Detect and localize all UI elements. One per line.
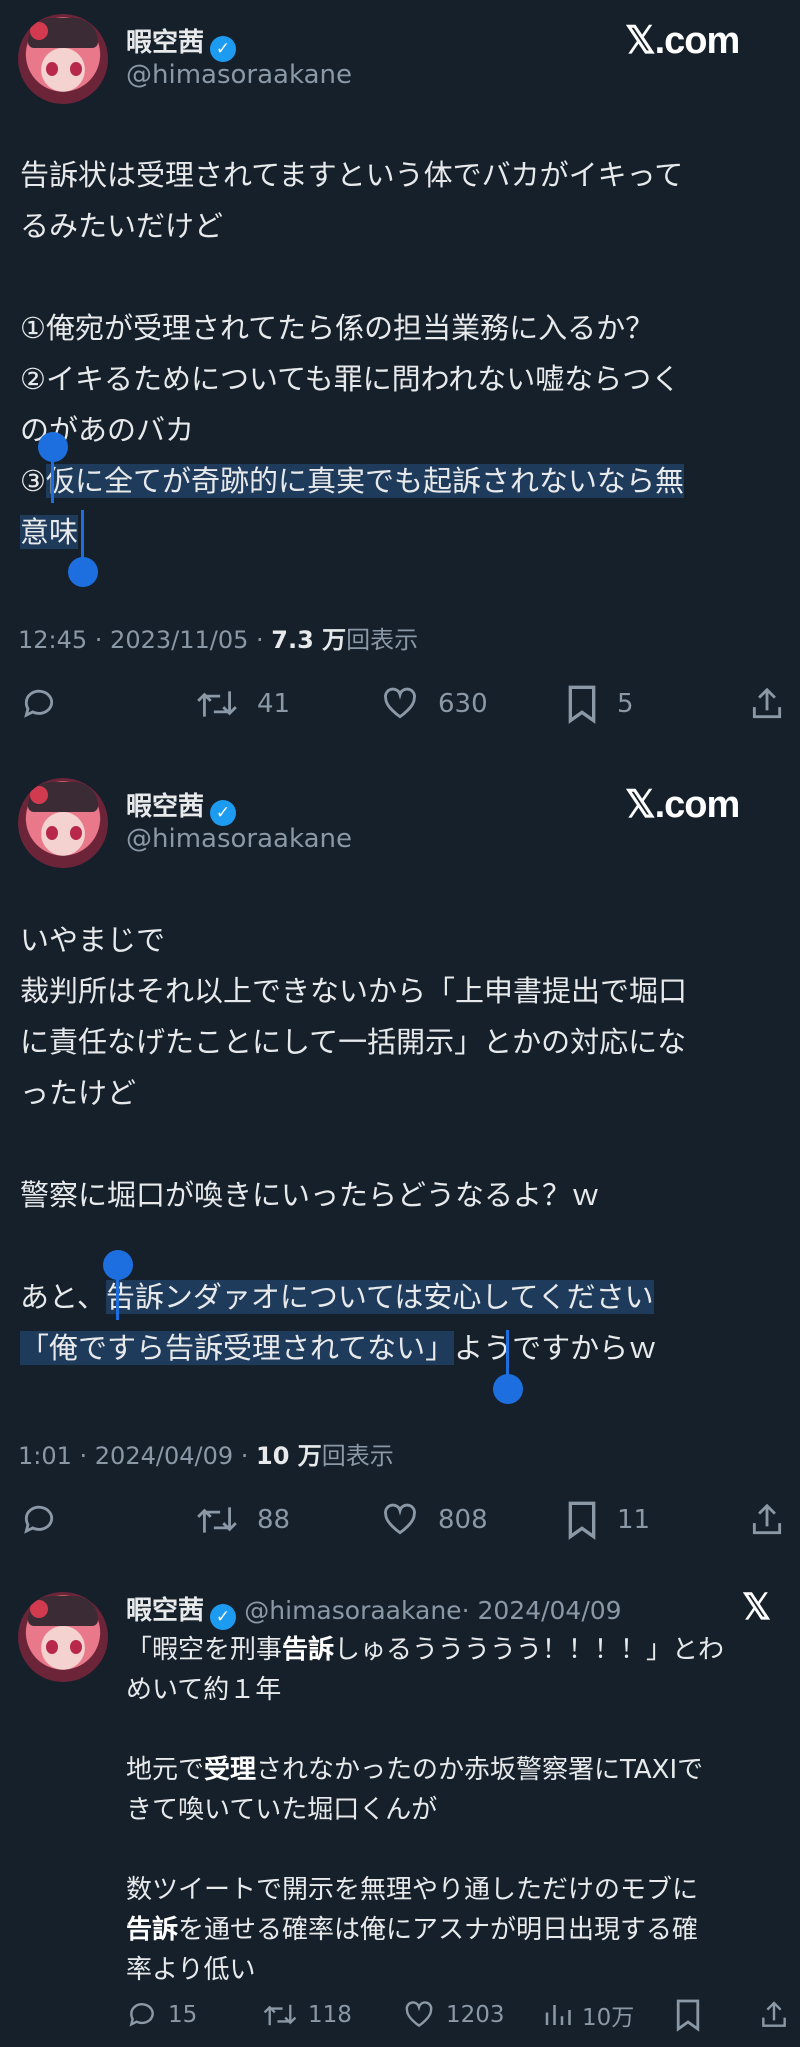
like-button[interactable]: 808: [380, 1501, 565, 1539]
tweet-meta: 1:01 · 2024/04/09 · 10 万回表示: [18, 1436, 394, 1471]
avatar[interactable]: [18, 778, 108, 868]
views-button[interactable]: 10万: [542, 1998, 674, 2032]
tweet-text: 地元で受理されなかったのか赤坂警察署にTAXIで きて喚いていた堀口くんが: [126, 1750, 791, 1830]
display-name[interactable]: 暇空茜: [126, 792, 204, 822]
selection-end-bar: [81, 510, 84, 558]
share-icon: [762, 2001, 786, 2027]
user-handle[interactable]: @himasoraakane: [126, 824, 352, 854]
heart-icon: [405, 2001, 433, 2028]
action-bar: 15 118 1203 10万: [126, 1998, 790, 2032]
retweet-icon: [197, 691, 237, 717]
like-count: 808: [438, 1505, 488, 1535]
text-highlight: 受理: [204, 1755, 257, 1785]
selection-end-bar: [506, 1330, 509, 1378]
text-highlight: 告訴: [126, 1915, 179, 1945]
retweet-icon: [197, 1507, 237, 1533]
display-name[interactable]: 暇空茜: [126, 28, 204, 58]
verified-badge-icon: ✓: [210, 36, 237, 62]
text-seg: 数ツイートで開示を無理やり通しただけのモブに: [126, 1875, 699, 1905]
bookmark-icon: [568, 685, 596, 724]
action-bar: 88 808 11: [20, 1500, 786, 1540]
selection-end-handle[interactable]: [493, 1374, 523, 1404]
selection-start-bar: [116, 1272, 119, 1320]
reply-count: 15: [168, 2002, 198, 2028]
reply-icon: [24, 1505, 54, 1534]
view-count: 7.3 万: [271, 626, 347, 654]
bookmark-icon: [568, 1501, 596, 1540]
timestamp[interactable]: 12:45 · 2023/11/05 ·: [18, 626, 271, 654]
verified-badge-icon: ✓: [210, 800, 237, 826]
view-label: 回表示: [346, 626, 419, 654]
timestamp[interactable]: · 2024/04/09: [462, 1596, 622, 1625]
share-icon: [752, 1503, 782, 1535]
retweet-button[interactable]: 118: [262, 1999, 402, 2031]
retweet-button[interactable]: 88: [195, 1501, 380, 1539]
author-line: 暇空茜 ✓: [126, 786, 237, 826]
heart-icon: [384, 1503, 416, 1535]
like-count: 630: [438, 689, 488, 719]
share-button[interactable]: [758, 1999, 790, 2031]
text-seg: 地元で: [126, 1755, 205, 1785]
bookmark-icon: [676, 1999, 700, 2032]
x-logo: 𝕏.com: [625, 784, 740, 826]
bookmark-count: 11: [617, 1505, 651, 1535]
like-button[interactable]: 1203: [402, 1999, 542, 2031]
bookmark-button[interactable]: [674, 1998, 736, 2032]
tweet-meta: 12:45 · 2023/11/05 · 7.3 万回表示: [18, 620, 418, 655]
view-count: 10 万: [256, 1442, 322, 1470]
selection-start-bar: [51, 455, 54, 503]
share-button[interactable]: [748, 685, 786, 723]
text-seg: を通せる確率は俺にアスナが明日出現する確 率より低い: [126, 1915, 699, 1985]
bar-chart-icon: [545, 2005, 571, 2025]
reply-icon: [129, 2003, 154, 2027]
author-line: 暇空茜 ✓: [126, 22, 237, 62]
x-logo: 𝕏: [742, 1586, 771, 1627]
bookmark-button[interactable]: 11: [565, 1500, 745, 1540]
heart-icon: [384, 687, 416, 719]
retweet-count: 41: [257, 689, 291, 719]
retweet-button[interactable]: 41: [195, 685, 380, 723]
share-button[interactable]: [748, 1501, 786, 1539]
author-line: 暇空茜 ✓ @himasoraakane· 2024/04/09: [126, 1590, 622, 1630]
retweet-icon: [263, 2004, 297, 2026]
bookmark-button[interactable]: 5: [565, 684, 745, 724]
avatar[interactable]: [18, 1592, 108, 1682]
tweet-text-tail: ようですからｗ: [454, 1331, 658, 1365]
tweet-text: 数ツイートで開示を無理やり通しただけのモブに 告訴を通せる確率は俺にアスナが明日…: [126, 1870, 791, 1990]
tweet-text: いやまじで 裁判所はそれ以上できないから「上申書提出で堀口 に責任なげたことにし…: [20, 915, 790, 1374]
text-seg: 「暇空を刑事: [126, 1635, 283, 1665]
share-icon: [752, 687, 782, 719]
selected-text[interactable]: 仮に全てが奇跡的に真実でも起訴されないなら無 意味: [20, 464, 685, 549]
reply-button[interactable]: 15: [126, 1999, 262, 2031]
timestamp[interactable]: 1:01 · 2024/04/09 ·: [18, 1442, 256, 1470]
reply-button[interactable]: [20, 685, 195, 723]
user-handle[interactable]: @himasoraakane: [244, 1596, 461, 1625]
retweet-count: 118: [308, 2002, 352, 2028]
user-handle[interactable]: @himasoraakane: [126, 60, 352, 90]
action-bar: 41 630 5: [20, 684, 786, 724]
avatar[interactable]: [18, 14, 108, 104]
verified-badge-icon: ✓: [210, 1604, 237, 1630]
bookmark-count: 5: [617, 689, 634, 719]
tweet-text: 「暇空を刑事告訴しゅるううううう！！！！」とわ めいて約１年: [126, 1630, 791, 1710]
display-name[interactable]: 暇空茜: [126, 1596, 204, 1626]
like-count: 1203: [446, 2002, 505, 2028]
like-button[interactable]: 630: [380, 685, 565, 723]
reply-icon: [24, 689, 54, 718]
x-logo: 𝕏.com: [625, 20, 740, 62]
selection-end-handle[interactable]: [68, 557, 98, 587]
views-count: 10万: [582, 2005, 635, 2031]
reply-button[interactable]: [20, 1501, 195, 1539]
tweet-text-main: 告訴状は受理されてますという体でバカがイキって るみたいだけど ①俺宛が受理され…: [20, 158, 684, 498]
view-label: 回表示: [321, 1442, 394, 1470]
tweet-text: 告訴状は受理されてますという体でバカがイキって るみたいだけど ①俺宛が受理され…: [20, 150, 790, 558]
retweet-count: 88: [257, 1505, 291, 1535]
text-highlight: 告訴: [282, 1635, 335, 1665]
